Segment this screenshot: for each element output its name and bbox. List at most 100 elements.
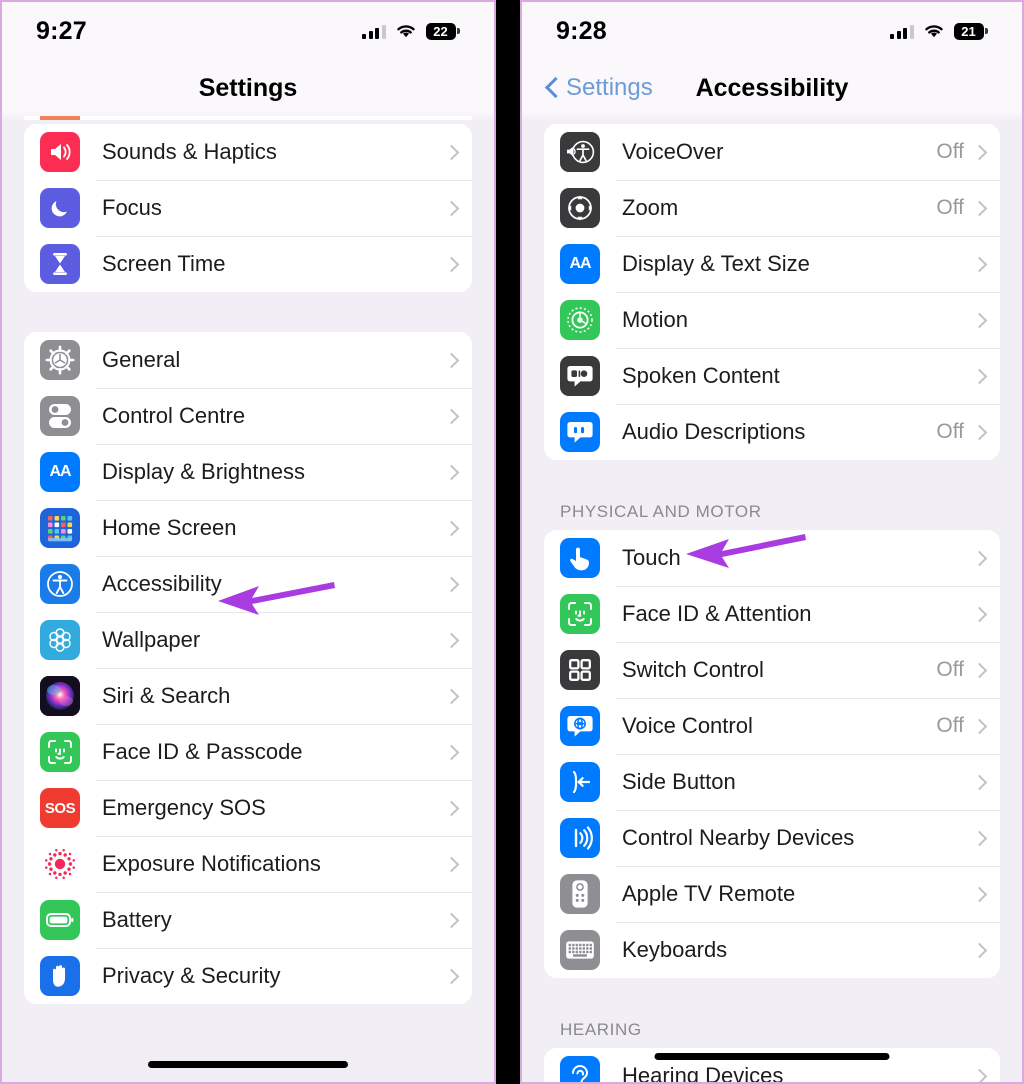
settings-row[interactable]: SOS Emergency SOS (24, 780, 472, 836)
chevron-right-icon (446, 799, 456, 817)
back-button[interactable]: Settings (546, 74, 653, 102)
settings-row[interactable]: Control Centre (24, 388, 472, 444)
settings-row-label: Display & Text Size (622, 251, 810, 276)
settings-row-label: Apple TV Remote (622, 881, 796, 906)
settings-row-label: Home Screen (102, 515, 237, 540)
chevron-right-icon (974, 199, 984, 217)
nav-bar-right: Settings Accessibility (522, 60, 1022, 116)
settings-row-label: Face ID & Passcode (102, 739, 303, 764)
status-clock: 9:27 (36, 16, 87, 45)
sos-icon: SOS (40, 788, 80, 828)
settings-row[interactable]: AA Display & Text Size (544, 236, 1000, 292)
settings-row[interactable]: Motion (544, 292, 1000, 348)
settings-row-value: Off (936, 140, 964, 163)
chevron-right-icon (974, 661, 984, 679)
chevron-right-icon (974, 423, 984, 441)
settings-row[interactable]: Apple TV Remote (544, 866, 1000, 922)
chevron-right-icon (974, 549, 984, 567)
settings-row[interactable]: Focus (24, 180, 472, 236)
section-header: PHYSICAL AND MOTOR (560, 502, 762, 521)
settings-row[interactable]: Home Screen (24, 500, 472, 556)
face-id-icon (560, 594, 600, 634)
home-indicator (654, 1053, 890, 1060)
settings-row[interactable]: Battery (24, 892, 472, 948)
chevron-right-icon (446, 407, 456, 425)
settings-row[interactable]: Exposure Notifications (24, 836, 472, 892)
settings-row[interactable]: Keyboards (544, 922, 1000, 978)
page-title: Accessibility (695, 73, 849, 102)
settings-row[interactable]: AA Display & Brightness (24, 444, 472, 500)
face-id-icon (40, 732, 80, 772)
accessibility-groups: VoiceOver Off Zoom Off AA Display & Text Size… (522, 124, 1022, 1082)
settings-row-label: Touch (622, 545, 681, 570)
settings-row-label: Keyboards (622, 937, 728, 962)
motion-icon (560, 300, 600, 340)
spoken-content-icon (560, 356, 600, 396)
settings-row[interactable]: Control Nearby Devices (544, 810, 1000, 866)
settings-row-label: Emergency SOS (102, 795, 266, 820)
settings-row-label: Voice Control (622, 713, 753, 738)
settings-row-label: Display & Brightness (102, 459, 305, 484)
back-button-label: Settings (566, 74, 653, 101)
settings-row[interactable]: VoiceOver Off (544, 124, 1000, 180)
settings-row-value: Off (936, 714, 964, 737)
settings-row[interactable]: Spoken Content (544, 348, 1000, 404)
settings-row[interactable]: Audio Descriptions Off (544, 404, 1000, 460)
chevron-right-icon (446, 255, 456, 273)
settings-list-left[interactable]: Sounds & Haptics Focus Screen Time General C… (2, 116, 494, 1082)
settings-row[interactable]: Voice Control Off (544, 698, 1000, 754)
wifi-icon (395, 23, 417, 39)
status-indicators: 22 (362, 22, 460, 40)
partial-row-above (24, 116, 472, 120)
settings-row-label: Exposure Notifications (102, 851, 321, 876)
settings-row[interactable]: Accessibility (24, 556, 472, 612)
settings-row[interactable]: Side Button (544, 754, 1000, 810)
settings-row-label: Audio Descriptions (622, 419, 806, 444)
chevron-right-icon (446, 743, 456, 761)
settings-row[interactable]: General (24, 332, 472, 388)
chevron-left-icon (546, 77, 559, 99)
settings-row-label: VoiceOver (622, 139, 724, 164)
settings-row-label: Privacy & Security (102, 963, 281, 988)
settings-screen: 9:27 22 Settings Sounds & Haptics Focus … (2, 2, 494, 1082)
settings-row[interactable]: Face ID & Passcode (24, 724, 472, 780)
chevron-right-icon (974, 717, 984, 735)
settings-row[interactable]: Sounds & Haptics (24, 124, 472, 180)
chevron-right-icon (446, 631, 456, 649)
chevron-right-icon (974, 143, 984, 161)
chevron-right-icon (446, 351, 456, 369)
status-indicators: 21 (890, 22, 988, 40)
left-phone-screenshot: 9:27 22 Settings Sounds & Haptics Focus … (0, 0, 496, 1084)
settings-row[interactable]: Siri & Search (24, 668, 472, 724)
settings-row[interactable]: Wallpaper (24, 612, 472, 668)
settings-row-label: Sounds & Haptics (102, 139, 277, 164)
settings-group: Touch Face ID & Attention Switch Control O… (544, 530, 1000, 978)
voiceover-icon (560, 132, 600, 172)
hourglass-icon (40, 244, 80, 284)
text-size-icon: AA (40, 452, 80, 492)
hand-icon (40, 956, 80, 996)
settings-row-label: Battery (102, 907, 172, 932)
status-clock: 9:28 (556, 16, 607, 45)
settings-row-label: General (102, 347, 181, 372)
settings-row[interactable]: Privacy & Security (24, 948, 472, 1004)
settings-row-label: Spoken Content (622, 363, 780, 388)
chevron-right-icon (974, 605, 984, 623)
settings-row-label: Hearing Devices (622, 1063, 784, 1082)
battery-icon: 22 (425, 22, 460, 40)
chevron-right-icon (446, 575, 456, 593)
settings-row[interactable]: Touch (544, 530, 1000, 586)
settings-row-label: Zoom (622, 195, 679, 220)
settings-row-label: Face ID & Attention (622, 601, 812, 626)
accessibility-person-icon (40, 564, 80, 604)
app-grid-icon (40, 508, 80, 548)
chevron-right-icon (446, 199, 456, 217)
right-phone-screenshot: 9:28 21 Settings Accessibility VoiceOver… (520, 0, 1024, 1084)
settings-row[interactable]: Face ID & Attention (544, 586, 1000, 642)
page-title: Settings (198, 73, 298, 102)
accessibility-list[interactable]: VoiceOver Off Zoom Off AA Display & Text Size… (522, 116, 1022, 1082)
settings-row[interactable]: Switch Control Off (544, 642, 1000, 698)
settings-row[interactable]: Zoom Off (544, 180, 1000, 236)
settings-row[interactable]: Screen Time (24, 236, 472, 292)
